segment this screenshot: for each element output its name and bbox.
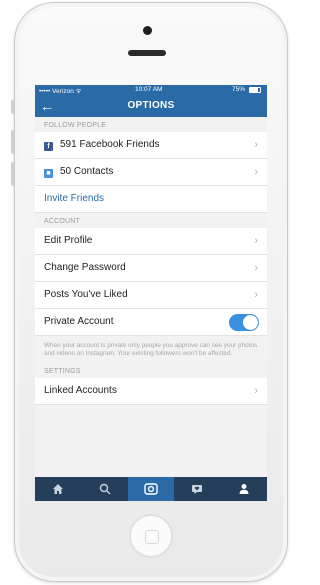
profile-icon [239,484,249,494]
activity-icon [192,485,203,494]
contacts-icon: ■ [44,169,53,178]
contacts-label: 50 Contacts [60,166,114,177]
home-button[interactable] [129,514,173,558]
linked-accounts-label: Linked Accounts [44,385,117,396]
tab-activity[interactable] [174,477,220,501]
battery-percent: 75% [231,86,245,93]
status-bar: ••••• Verizon ᯤ 10:07 AM 75% [35,85,267,95]
navigation-bar: ← OPTIONS [35,95,267,117]
edit-profile-row[interactable]: Edit Profile › [35,228,267,255]
clock: 10:07 AM [135,86,163,93]
section-header-account: ACCOUNT [35,213,267,228]
posts-liked-row[interactable]: Posts You've Liked › [35,282,267,309]
contacts-row[interactable]: ■ 50 Contacts › [35,159,267,186]
page-title: OPTIONS [127,100,175,111]
chevron-right-icon: › [254,139,258,151]
change-password-row[interactable]: Change Password › [35,255,267,282]
facebook-friends-label: 591 Facebook Friends [60,139,160,150]
section-header-follow-people: FOLLOW PEOPLE [35,117,267,132]
screen: ••••• Verizon ᯤ 10:07 AM 75% ← OPTIONS F… [35,85,267,501]
facebook-friends-row[interactable]: f 591 Facebook Friends › [35,132,267,159]
tab-search[interactable] [81,477,127,501]
posts-liked-label: Posts You've Liked [44,289,128,300]
earpiece-speaker [128,50,166,56]
section-header-settings: SETTINGS [35,363,267,378]
camera-icon [144,483,158,495]
private-account-label: Private Account [44,316,114,327]
battery-icon [249,87,261,93]
tab-camera[interactable] [127,477,175,501]
home-icon [53,484,64,494]
chevron-right-icon: › [254,235,258,247]
chevron-right-icon: › [254,166,258,178]
chevron-right-icon: › [254,289,258,301]
volume-down-button [11,162,14,186]
tab-profile[interactable] [221,477,267,501]
tab-home[interactable] [35,477,81,501]
private-account-note: When your account is private only people… [35,336,267,363]
volume-up-button [11,130,14,154]
edit-profile-label: Edit Profile [44,235,93,246]
linked-accounts-row[interactable]: Linked Accounts › [35,378,267,405]
chevron-right-icon: › [254,262,258,274]
facebook-icon: f [44,142,53,151]
private-account-toggle[interactable] [229,314,259,331]
change-password-label: Change Password [44,262,126,273]
chevron-right-icon: › [254,385,258,397]
carrier-label: ••••• Verizon ᯤ [39,88,82,95]
invite-friends-link[interactable]: Invite Friends [35,186,267,213]
tab-bar [35,477,267,501]
front-camera [143,26,152,35]
search-icon [99,483,111,495]
private-account-row: Private Account [35,309,267,336]
mute-switch [11,100,14,114]
